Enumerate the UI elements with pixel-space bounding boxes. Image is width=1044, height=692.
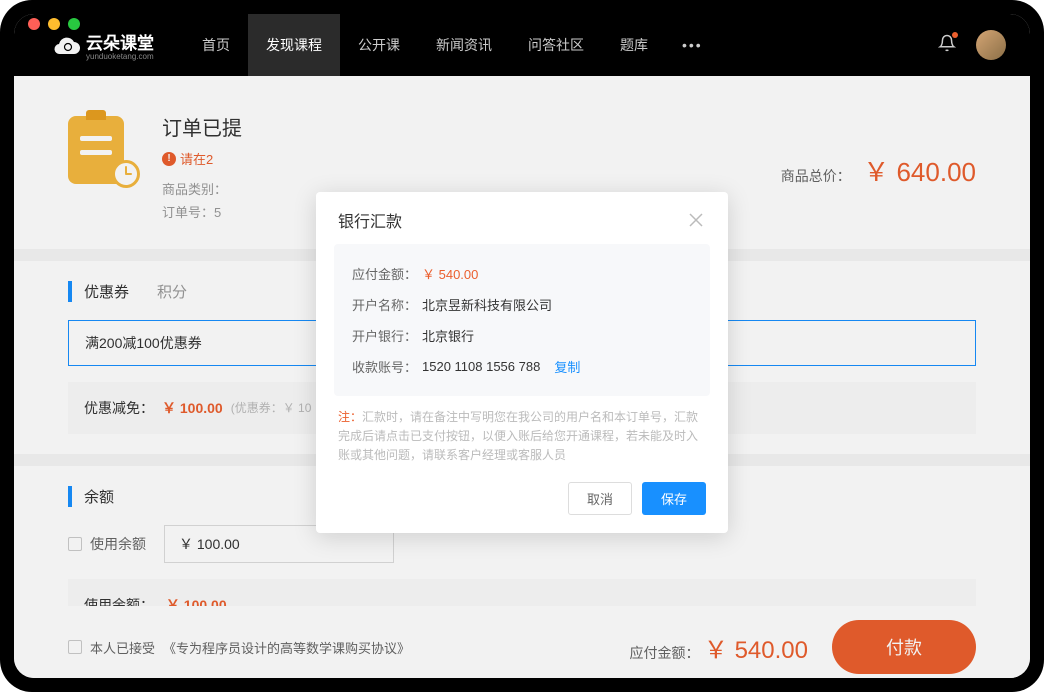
nav-item-5[interactable]: 题库	[602, 14, 666, 76]
nav-item-2[interactable]: 公开课	[340, 14, 418, 76]
nav-more-icon[interactable]: •••	[666, 37, 719, 53]
modal-bank-label: 开户银行：	[352, 326, 422, 345]
nav-item-0[interactable]: 首页	[184, 14, 248, 76]
nav-item-4[interactable]: 问答社区	[510, 14, 602, 76]
nav-item-3[interactable]: 新闻资讯	[418, 14, 510, 76]
maximize-window-icon[interactable]	[68, 18, 80, 30]
user-avatar[interactable]	[976, 30, 1006, 60]
modal-account-name-value: 北京昱新科技有限公司	[422, 295, 552, 314]
modal-account-name-label: 开户名称：	[352, 295, 422, 314]
close-icon[interactable]	[686, 210, 706, 230]
top-navigation: 云朵课堂 yunduoketang.com 首页发现课程公开课新闻资讯问答社区题…	[14, 14, 1030, 76]
logo-text: 云朵课堂	[86, 29, 154, 54]
cancel-button[interactable]: 取消	[568, 482, 632, 515]
close-window-icon[interactable]	[28, 18, 40, 30]
nav-item-1[interactable]: 发现课程	[248, 14, 340, 76]
notification-bell-icon[interactable]	[938, 34, 956, 57]
save-button[interactable]: 保存	[642, 482, 706, 515]
modal-title: 银行汇款	[338, 208, 402, 232]
notification-dot-icon	[952, 32, 958, 38]
copy-link[interactable]: 复制	[554, 357, 580, 376]
minimize-window-icon[interactable]	[48, 18, 60, 30]
logo-subtitle: yunduoketang.com	[86, 52, 154, 61]
modal-note: 注：汇款时，请在备注中写明您在我公司的用户名和本订单号，汇款完成后请点击已支付按…	[316, 396, 728, 466]
modal-overlay: 银行汇款 应付金额： ￥ 540.00 开户名称： 北京昱新科技有限公司	[14, 76, 1030, 678]
modal-amount-label: 应付金额：	[352, 264, 422, 283]
bank-transfer-modal: 银行汇款 应付金额： ￥ 540.00 开户名称： 北京昱新科技有限公司	[316, 192, 728, 533]
modal-account-num-label: 收款账号：	[352, 357, 422, 376]
logo[interactable]: 云朵课堂 yunduoketang.com	[54, 29, 154, 61]
modal-amount-value: ￥ 540.00	[422, 264, 478, 283]
modal-bank-value: 北京银行	[422, 326, 474, 345]
modal-account-num-value: 1520 1108 1556 788	[422, 359, 540, 374]
cloud-logo-icon	[54, 34, 80, 56]
window-controls	[28, 18, 80, 30]
